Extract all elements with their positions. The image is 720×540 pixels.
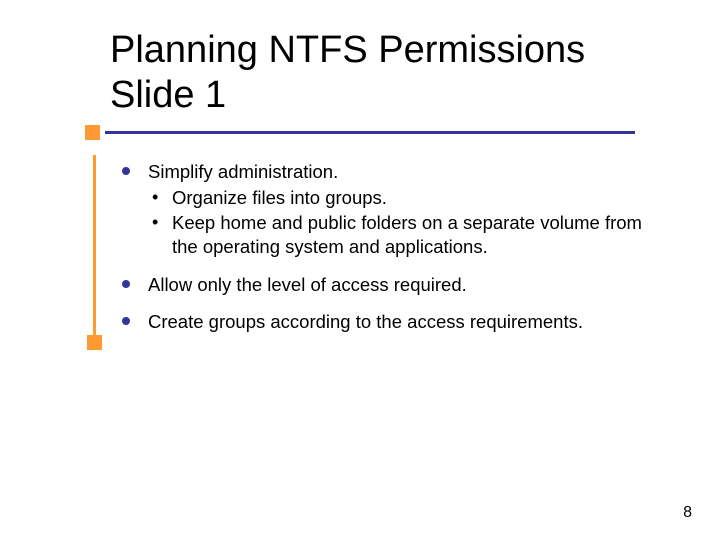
bullet-text: Allow only the level of access required. <box>148 274 467 295</box>
sub-bullet-text: Organize files into groups. <box>172 187 387 208</box>
title-underline <box>105 131 635 134</box>
deco-square-top <box>85 125 100 140</box>
deco-vertical-line <box>93 155 96 335</box>
sub-bullet-text: Keep home and public folders on a separa… <box>172 212 642 257</box>
bullet-item: Create groups according to the access re… <box>120 310 660 334</box>
bullet-text: Create groups according to the access re… <box>148 311 583 332</box>
content-region: Simplify administration. Organize files … <box>120 160 660 348</box>
bullet-list: Simplify administration. Organize files … <box>120 160 660 334</box>
deco-square-bottom <box>87 335 102 350</box>
sub-bullet-list: Organize files into groups. Keep home an… <box>148 186 660 259</box>
bullet-item: Simplify administration. Organize files … <box>120 160 660 259</box>
slide-title: Planning NTFS Permissions Slide 1 <box>110 28 670 118</box>
title-region: Planning NTFS Permissions Slide 1 <box>110 28 670 118</box>
sub-bullet-item: Keep home and public folders on a separa… <box>148 211 660 258</box>
page-number: 8 <box>683 504 692 522</box>
slide: Planning NTFS Permissions Slide 1 Simpli… <box>0 0 720 540</box>
bullet-text: Simplify administration. <box>148 161 338 182</box>
sub-bullet-item: Organize files into groups. <box>148 186 660 210</box>
bullet-item: Allow only the level of access required. <box>120 273 660 297</box>
